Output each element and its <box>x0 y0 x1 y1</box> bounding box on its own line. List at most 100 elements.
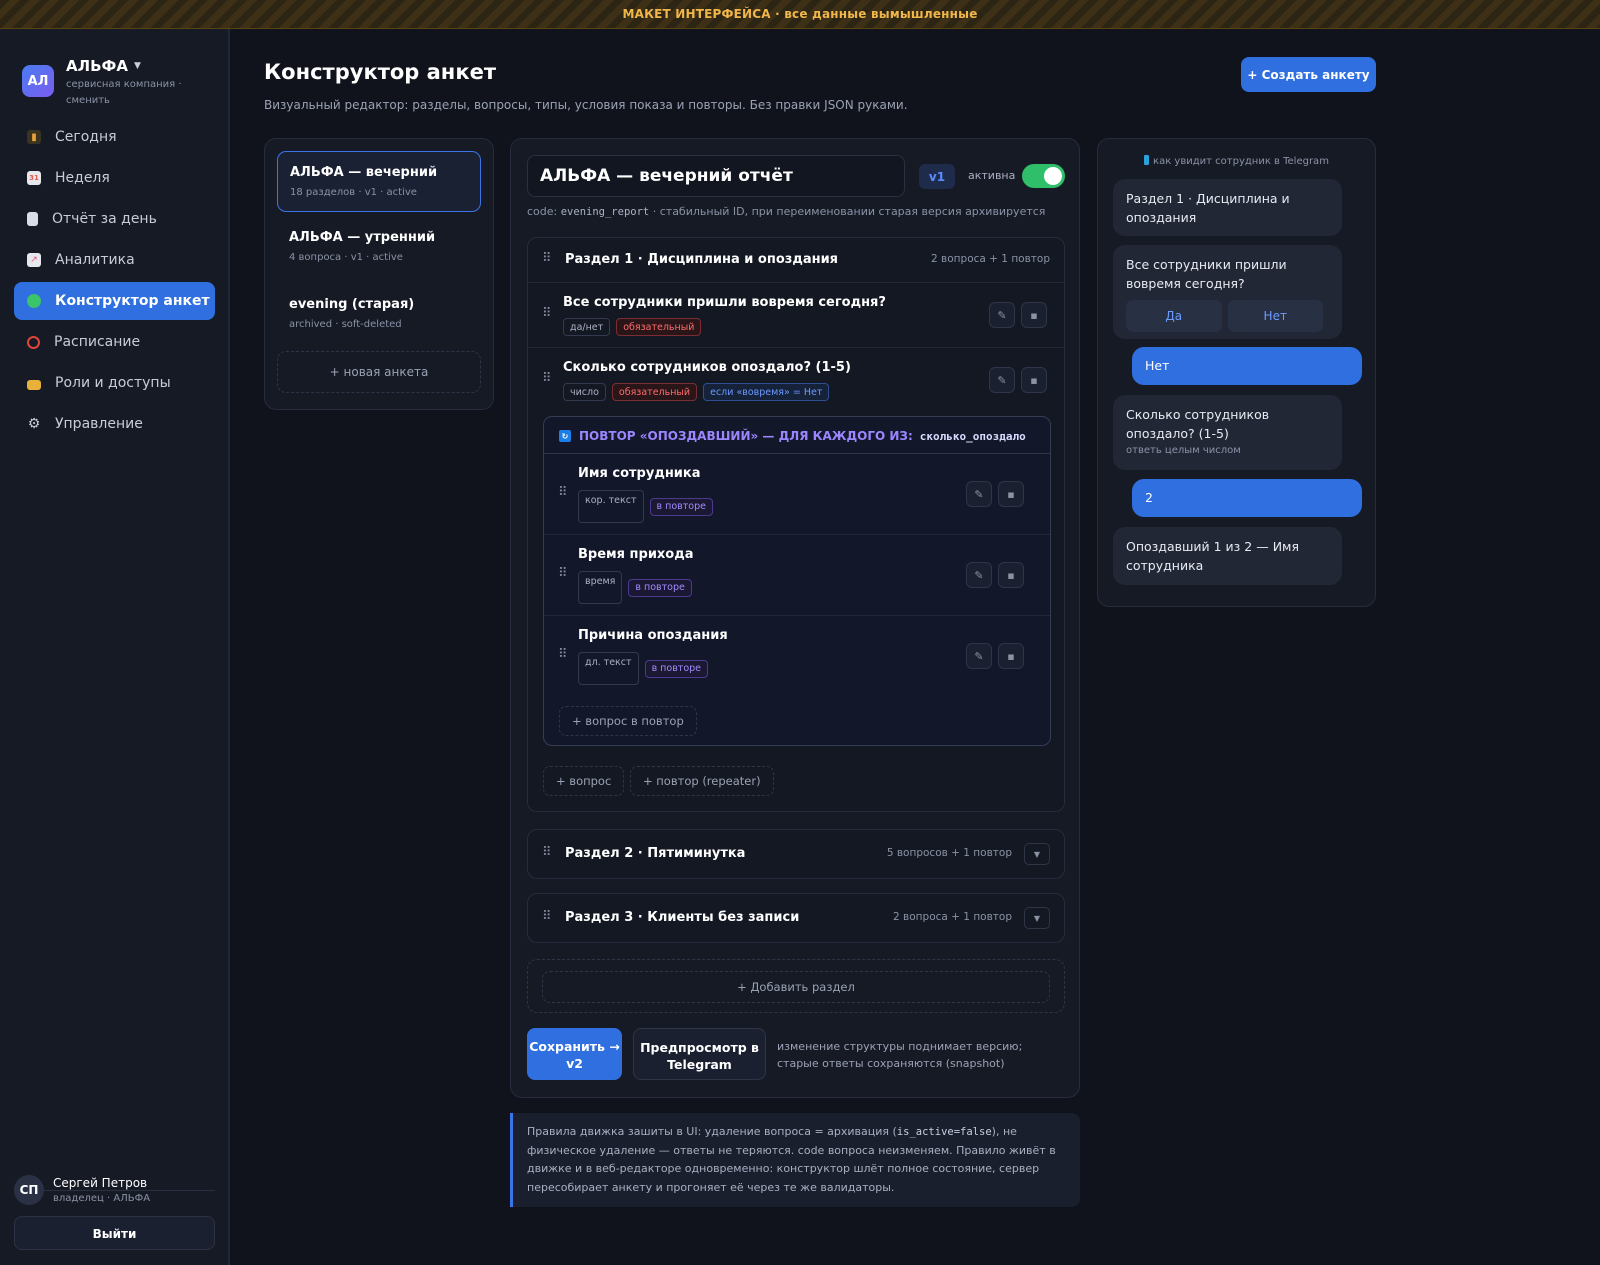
trash-icon[interactable]: ▪ <box>998 562 1024 588</box>
sidebar-item-week[interactable]: 31 Неделя <box>14 159 215 197</box>
edit-icon[interactable]: ✎ <box>989 367 1015 393</box>
required-chip: обязательный <box>611 383 698 401</box>
form-code-line: code: evening_report · стабильный ID, пр… <box>527 205 1046 218</box>
section-title: Раздел 2 · Пятиминутка <box>565 846 746 861</box>
bot-message-question: Все сотрудники пришли вовремя сегодня? Д… <box>1113 245 1342 339</box>
form-item-title: evening (старая) <box>289 297 415 312</box>
forms-list-panel: АЛЬФА — вечерний 18 разделов · v1 · acti… <box>264 138 494 410</box>
sidebar-item-label: Конструктор анкет <box>55 293 210 309</box>
chevron-down-icon[interactable]: ▼ <box>1024 843 1050 865</box>
question-row: ⠿ Все сотрудники пришли вовремя сегодня?… <box>528 282 1064 347</box>
sidebar-item-analytics[interactable]: ↗ Аналитика <box>14 241 215 279</box>
trash-icon[interactable]: ▪ <box>1021 367 1047 393</box>
engine-rules-note: Правила движка зашиты в UI: удаление воп… <box>510 1113 1080 1207</box>
create-form-button[interactable]: + Создать анкету <box>1241 57 1376 92</box>
add-section-button[interactable]: + Добавить раздел <box>542 971 1050 1003</box>
chevron-down-icon[interactable]: ▼ <box>1024 907 1050 929</box>
trend-icon: ↗ <box>27 253 41 267</box>
drag-handle-icon[interactable]: ⠿ <box>542 909 551 924</box>
question-title: Сколько сотрудников опоздало? (1-5) <box>563 360 851 375</box>
org-switcher[interactable]: АЛ АЛЬФА ▼ сервисная компания · сменить <box>22 57 186 109</box>
repeater-chip: в повторе <box>628 578 692 597</box>
org-logo: АЛ <box>22 65 54 97</box>
trash-icon[interactable]: ▪ <box>1021 302 1047 328</box>
edit-icon[interactable]: ✎ <box>966 481 992 507</box>
edit-icon[interactable]: ✎ <box>989 302 1015 328</box>
form-name-input[interactable]: АЛЬФА — вечерний отчёт <box>527 155 905 197</box>
repeater-chip: в повторе <box>644 659 709 678</box>
preview-telegram-button[interactable]: Предпросмотр в Telegram <box>633 1028 766 1080</box>
version-badge: v1 <box>919 164 955 189</box>
form-item-evening[interactable]: АЛЬФА — вечерний 18 разделов · v1 · acti… <box>277 151 481 212</box>
new-form-button[interactable]: + новая анкета <box>277 351 481 393</box>
trash-icon[interactable]: ▪ <box>998 643 1024 669</box>
drag-handle-icon[interactable]: ⠿ <box>542 251 551 266</box>
question-row: ⠿ Сколько сотрудников опоздало? (1-5) чи… <box>528 347 1064 412</box>
sidebar-item-label: Отчёт за день <box>52 211 157 227</box>
form-item-title: АЛЬФА — утренний <box>289 230 436 245</box>
sidebar-item-today[interactable]: ▮ Сегодня <box>14 118 215 156</box>
section-header[interactable]: ⠿ Раздел 1 · Дисциплина и опоздания 2 во… <box>528 238 1064 282</box>
edit-icon[interactable]: ✎ <box>966 643 992 669</box>
sidebar-item-schedule[interactable]: Расписание <box>14 323 215 361</box>
sidebar-item-day-report[interactable]: Отчёт за день <box>14 200 215 238</box>
form-item-old[interactable]: evening (старая) archived · soft-deleted <box>277 284 481 345</box>
form-editor-panel: АЛЬФА — вечерний отчёт v1 активна code: … <box>510 138 1080 1098</box>
sidebar-item-label: Управление <box>55 416 143 432</box>
edit-icon[interactable]: ✎ <box>966 562 992 588</box>
save-button[interactable]: Сохранить → v2 <box>527 1028 622 1080</box>
sidebar-item-roles[interactable]: Роли и доступы <box>14 364 215 402</box>
banner-text: МАКЕТ ИНТЕРФЕЙСА · все данные вымышленны… <box>622 7 978 21</box>
drag-handle-icon[interactable]: ⠿ <box>558 485 567 500</box>
repeater-chip: в повторе <box>649 497 713 516</box>
logout-button[interactable]: Выйти <box>14 1216 215 1250</box>
user-reply: 2 <box>1132 479 1362 517</box>
repeat-icon: ↻ <box>559 430 571 442</box>
repeater-header: ↻ ПОВТОР «ОПОЗДАВШИЙ» — ДЛЯ КАЖДОГО ИЗ: ск… <box>559 429 1026 443</box>
add-repeater-button[interactable]: + повтор (repeater) <box>630 766 774 796</box>
bot-message-text: Сколько сотрудников опоздало? (1-5) <box>1126 407 1270 441</box>
drag-handle-icon[interactable]: ⠿ <box>558 647 567 662</box>
type-chip: число <box>563 383 606 401</box>
trash-icon[interactable]: ▪ <box>998 481 1024 507</box>
drag-handle-icon[interactable]: ⠿ <box>542 371 551 386</box>
bot-message-text: Все сотрудники пришли вовремя сегодня? <box>1126 257 1287 291</box>
bot-message-question: Сколько сотрудников опоздало? (1-5) отве… <box>1113 395 1342 470</box>
type-chip: время <box>578 571 623 604</box>
drag-handle-icon[interactable]: ⠿ <box>558 566 567 581</box>
sidebar: АЛ АЛЬФА ▼ сервисная компания · сменить ▮… <box>0 29 229 1265</box>
section-3[interactable]: ⠿ Раздел 3 · Клиенты без записи 2 вопрос… <box>527 893 1065 943</box>
option-no-button[interactable]: Нет <box>1227 300 1323 332</box>
telegram-preview-panel: как увидит сотрудник в Telegram Раздел 1… <box>1097 138 1376 607</box>
type-chip: да/нет <box>563 318 611 336</box>
drag-handle-icon[interactable]: ⠿ <box>542 845 551 860</box>
section-2[interactable]: ⠿ Раздел 2 · Пятиминутка 5 вопросов + 1 … <box>527 829 1065 879</box>
form-item-meta: 4 вопроса · v1 · active <box>289 252 403 263</box>
section-title: Раздел 3 · Клиенты без записи <box>565 910 800 925</box>
condition-chip: если «вовремя» = Нет <box>703 383 830 401</box>
phone-icon <box>1144 155 1150 165</box>
repeater-question-row: ⠿ Имя сотрудника кор. текст в повторе ✎ … <box>544 454 1050 534</box>
question-title: Причина опоздания <box>578 628 728 643</box>
repeater-source: сколько_опоздало <box>919 429 1026 443</box>
bot-message: Раздел 1 · Дисциплина и опоздания <box>1113 179 1342 236</box>
drag-handle-icon[interactable]: ⠿ <box>542 306 551 321</box>
option-yes-button[interactable]: Да <box>1126 300 1222 332</box>
sidebar-item-form-builder[interactable]: Конструктор анкет <box>14 282 215 320</box>
form-code: evening_report <box>560 206 650 218</box>
sidebar-item-label: Сегодня <box>55 129 117 145</box>
add-repeater-question-button[interactable]: + вопрос в повтор <box>559 706 697 736</box>
sidebar-border <box>229 29 230 1265</box>
page-title: Конструктор анкет <box>264 60 496 84</box>
org-subtitle: сервисная компания · сменить <box>66 79 182 106</box>
required-chip: обязательный <box>616 318 702 336</box>
bot-message-hint: ответь целым числом <box>1126 445 1241 456</box>
form-item-morning[interactable]: АЛЬФА — утренний 4 вопроса · v1 · active <box>277 217 481 278</box>
save-note: изменение структуры поднимает версию; ст… <box>777 1040 1023 1070</box>
org-name: АЛЬФА ▼ <box>66 57 141 75</box>
sidebar-item-management[interactable]: ⚙ Управление <box>14 405 215 443</box>
document-icon <box>27 212 38 226</box>
add-question-button[interactable]: + вопрос <box>543 766 625 796</box>
active-toggle[interactable] <box>1022 164 1065 188</box>
section-title: Раздел 1 · Дисциплина и опоздания <box>565 252 839 267</box>
